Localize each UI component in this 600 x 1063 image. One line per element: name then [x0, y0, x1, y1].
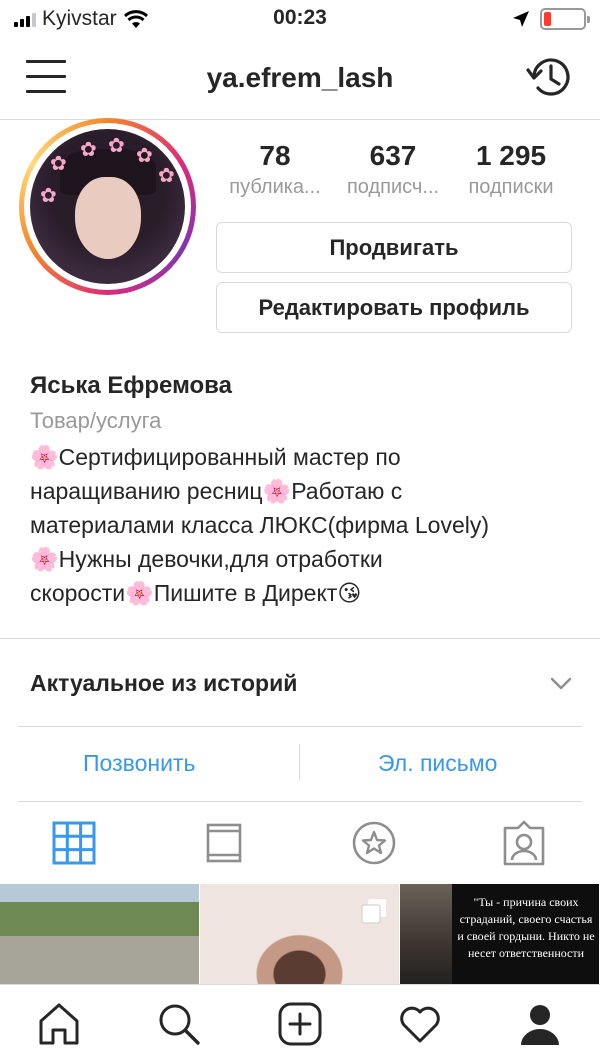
status-right [512, 8, 590, 30]
post-thumbnail[interactable]: "Ты - причина своих страданий, своего сч… [400, 884, 599, 984]
avatar: ✿ ✿ ✿ ✿ ✿ ✿ [30, 129, 185, 284]
stat-posts[interactable]: 78 публика... [216, 140, 334, 199]
status-time: 00:23 [273, 6, 327, 29]
email-button[interactable]: Эл. письмо [378, 750, 497, 777]
activity-heart-icon[interactable] [397, 1001, 443, 1047]
story-highlights-toggle[interactable]: Актуальное из историй [0, 640, 600, 726]
contact-separator [299, 744, 300, 780]
profile-icon[interactable] [517, 1001, 563, 1047]
history-icon[interactable] [524, 52, 576, 104]
chevron-down-icon [550, 677, 572, 690]
profile-nav-bar: ya.efrem_lash [0, 38, 600, 120]
post-thumbnail[interactable] [200, 884, 399, 984]
stat-followers-value: 637 [369, 140, 417, 171]
search-icon[interactable] [156, 1001, 202, 1047]
stat-following[interactable]: 1 295 подписки [452, 140, 570, 199]
profile-tabs [0, 802, 600, 884]
promote-button[interactable]: Продвигать [216, 222, 572, 273]
home-icon[interactable] [36, 1001, 82, 1047]
profile-category: Товар/услуга [30, 408, 162, 433]
profile-bio: Яська Ефремова Товар/услуга 🌸Сертифициро… [30, 372, 590, 610]
highlights-title: Актуальное из историй [30, 670, 298, 696]
edit-profile-button[interactable]: Редактировать профиль [216, 282, 572, 333]
stat-posts-value: 78 [259, 140, 291, 171]
add-post-icon[interactable] [277, 1001, 323, 1047]
post-quote-text: "Ты - причина своих страданий, своего сч… [457, 895, 595, 960]
stat-posts-label: публика... [229, 176, 321, 198]
stat-followers[interactable]: 637 подписч... [334, 140, 452, 199]
tagged-icon[interactable] [499, 818, 549, 868]
story-ring[interactable]: ✿ ✿ ✿ ✿ ✿ ✿ [19, 118, 196, 295]
location-arrow-icon [513, 11, 529, 27]
feed-icon[interactable] [199, 818, 249, 868]
posts-grid: "Ты - причина своих страданий, своего сч… [0, 884, 600, 984]
username-title: ya.efrem_lash [206, 62, 394, 93]
stat-following-label: подписки [468, 176, 554, 198]
contact-bar: Позвонить Эл. письмо [0, 726, 600, 802]
status-bar: Kyivstar 00:23 [0, 0, 600, 38]
stat-following-value: 1 295 [475, 140, 547, 171]
bottom-nav [0, 984, 600, 1063]
profile-name: Яська Ефремова [30, 372, 232, 399]
divider [0, 638, 600, 639]
saved-icon[interactable] [349, 818, 399, 868]
multiple-photos-icon [361, 899, 386, 924]
post-thumbnail[interactable] [0, 884, 199, 984]
grid-icon[interactable] [49, 818, 99, 868]
battery-icon [540, 8, 590, 30]
stat-followers-label: подписч... [346, 176, 440, 198]
bio-text: 🌸Сертифицированный мастер по наращиванию… [30, 444, 490, 606]
profile-stats: 78 публика... 637 подписч... 1 295 подпи… [216, 140, 588, 199]
call-button[interactable]: Позвонить [83, 750, 195, 777]
